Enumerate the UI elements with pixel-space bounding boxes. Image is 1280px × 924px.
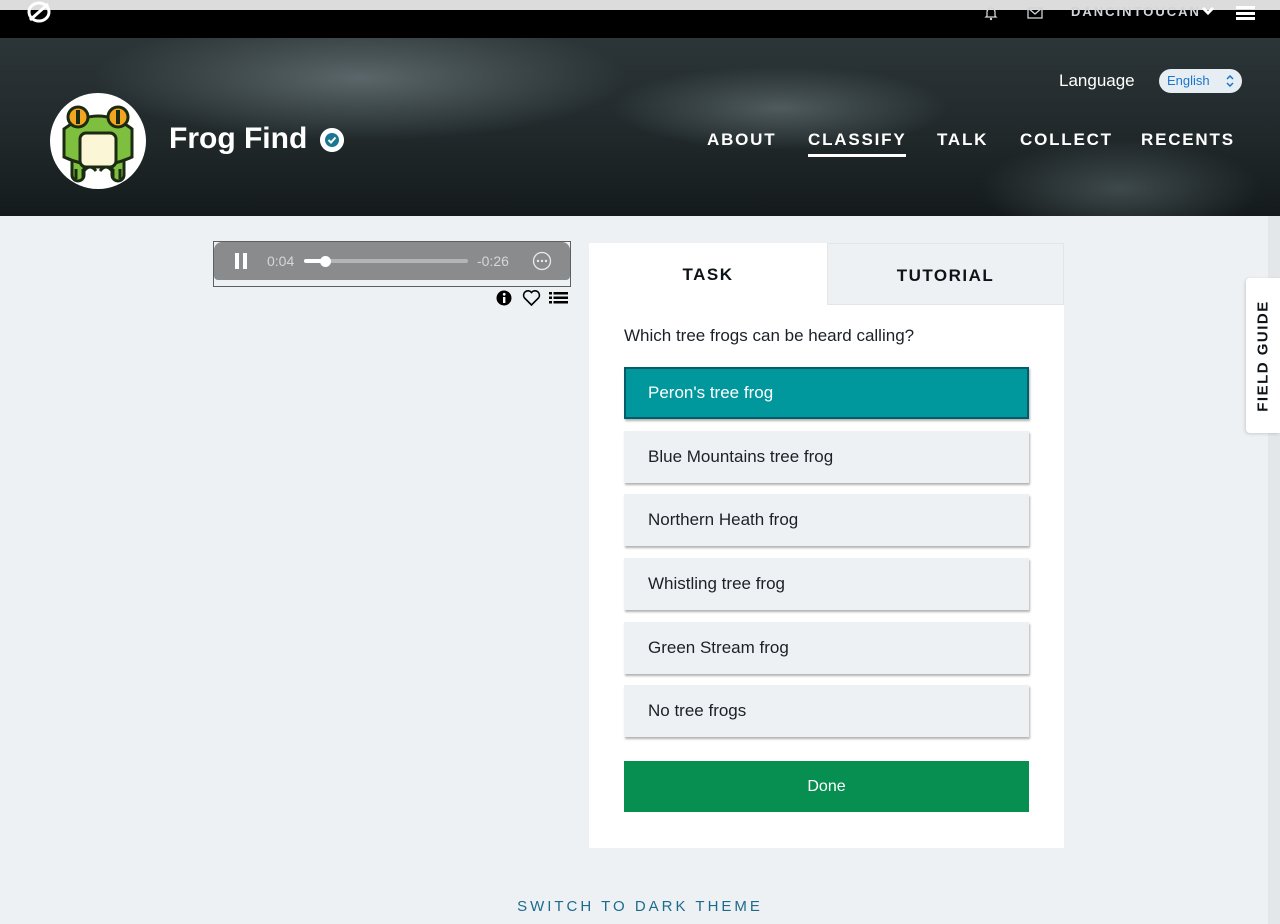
select-arrows-icon bbox=[1226, 75, 1234, 87]
tab-task[interactable]: TASK bbox=[589, 243, 827, 305]
zooniverse-logo-icon[interactable] bbox=[26, 0, 52, 24]
frog-logo-icon bbox=[62, 105, 134, 183]
language-label: Language bbox=[1059, 71, 1135, 90]
nav-collect[interactable]: COLLECT bbox=[1020, 130, 1113, 150]
answer-option[interactable]: Whistling tree frog bbox=[624, 558, 1029, 610]
username-menu[interactable]: DANCINTOUCAN bbox=[1071, 4, 1201, 19]
nav-talk[interactable]: TALK bbox=[937, 130, 988, 150]
more-options-icon[interactable] bbox=[532, 251, 552, 271]
nav-classify[interactable]: CLASSIFY bbox=[808, 130, 907, 157]
switch-theme-link[interactable]: SWITCH TO DARK THEME bbox=[0, 898, 1280, 915]
seek-handle[interactable] bbox=[320, 256, 331, 267]
project-header: Frog Find Language English ABOUT CLASSIF… bbox=[0, 38, 1280, 216]
answer-option[interactable]: No tree frogs bbox=[624, 685, 1029, 737]
audio-controls: 0:04 -0:26 bbox=[214, 242, 570, 280]
task-panel: TASK TUTORIAL Which tree frogs can be he… bbox=[589, 243, 1064, 848]
language-select-value: English bbox=[1167, 73, 1210, 88]
nav-recents[interactable]: RECENTS bbox=[1141, 130, 1235, 150]
answer-option[interactable]: Green Stream frog bbox=[624, 622, 1029, 674]
chevron-down-icon[interactable] bbox=[1200, 4, 1216, 18]
nav-about[interactable]: ABOUT bbox=[707, 130, 776, 150]
field-guide-tab[interactable]: FIELD GUIDE bbox=[1246, 278, 1280, 433]
pause-icon[interactable] bbox=[235, 253, 247, 269]
list-icon[interactable] bbox=[549, 289, 568, 307]
language-select[interactable]: English bbox=[1159, 69, 1242, 93]
mail-icon[interactable] bbox=[1027, 6, 1043, 20]
answer-option[interactable]: Blue Mountains tree frog bbox=[624, 431, 1029, 483]
current-time: 0:04 bbox=[267, 253, 295, 269]
done-button[interactable]: Done bbox=[624, 761, 1029, 812]
hamburger-menu-icon[interactable] bbox=[1236, 6, 1255, 20]
heart-icon[interactable] bbox=[522, 289, 541, 307]
field-guide-label: FIELD GUIDE bbox=[1254, 300, 1272, 412]
project-title[interactable]: Frog Find bbox=[169, 122, 307, 156]
task-question: Which tree frogs can be heard calling? bbox=[624, 326, 915, 345]
tab-tutorial[interactable]: TUTORIAL bbox=[827, 243, 1064, 305]
answer-option[interactable]: Peron's tree frog bbox=[624, 367, 1029, 419]
verified-badge-icon bbox=[320, 128, 344, 152]
bell-icon[interactable] bbox=[983, 5, 999, 21]
remaining-time: -0:26 bbox=[477, 253, 509, 269]
top-bar: DANCINTOUCAN bbox=[0, 0, 1280, 38]
info-icon[interactable] bbox=[496, 289, 512, 307]
answer-option[interactable]: Northern Heath frog bbox=[624, 494, 1029, 546]
project-avatar[interactable] bbox=[50, 93, 146, 189]
audio-player: 0:04 -0:26 bbox=[213, 241, 571, 287]
